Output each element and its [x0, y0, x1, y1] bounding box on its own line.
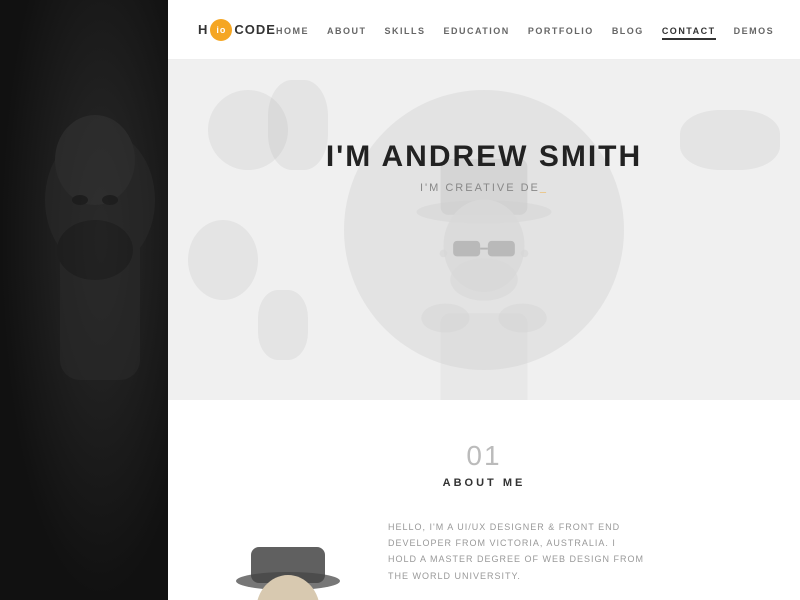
blob-2 — [268, 80, 328, 170]
hero-section: I'M ANDREW SMITH I'M CREATIVE DE_ — [168, 60, 800, 400]
hero-text: I'M ANDREW SMITH I'M CREATIVE DE_ — [326, 140, 642, 194]
hero-cursor: _ — [540, 182, 548, 194]
nav-item-blog[interactable]: BLOG — [612, 21, 644, 39]
navbar: H io CODE HOME ABOUT SKILLS EDUCATION PO… — [168, 0, 800, 60]
about-description: HELLO, I'M A UI/UX DESIGNER & FRONT END … — [388, 519, 648, 584]
logo-suffix: CODE — [234, 22, 276, 37]
hero-subtitle: I'M CREATIVE DE_ — [326, 182, 642, 194]
hero-title: I'M ANDREW SMITH — [326, 140, 642, 174]
left-dark-panel — [0, 0, 168, 600]
nav-links: HOME ABOUT SKILLS EDUCATION PORTFOLIO BL… — [276, 21, 774, 39]
nav-link-home[interactable]: HOME — [276, 26, 309, 36]
about-content: HELLO, I'M A UI/UX DESIGNER & FRONT END … — [218, 519, 750, 600]
face-svg — [0, 0, 168, 600]
logo-icon: io — [210, 19, 232, 41]
nav-link-demos[interactable]: DEMOS — [734, 26, 775, 36]
hero-subtitle-text: I'M CREATIVE DE — [420, 182, 540, 194]
nav-link-contact[interactable]: CONTACT — [662, 26, 716, 40]
nav-link-portfolio[interactable]: PORTFOLIO — [528, 26, 594, 36]
nav-item-skills[interactable]: SKILLS — [384, 21, 425, 39]
nav-item-contact[interactable]: CONTACT — [662, 21, 716, 39]
about-section: 01 ABOUT ME — [168, 400, 800, 600]
nav-link-about[interactable]: ABOUT — [327, 26, 367, 36]
blob-3 — [680, 110, 780, 170]
nav-link-skills[interactable]: SKILLS — [384, 26, 425, 36]
nav-item-home[interactable]: HOME — [276, 21, 309, 39]
nav-link-blog[interactable]: BLOG — [612, 26, 644, 36]
about-photo — [218, 519, 358, 600]
nav-item-about[interactable]: ABOUT — [327, 21, 367, 39]
main-content: H io CODE HOME ABOUT SKILLS EDUCATION PO… — [168, 0, 800, 600]
blob-5 — [258, 290, 308, 360]
nav-item-demos[interactable]: DEMOS — [734, 21, 775, 39]
nav-link-education[interactable]: EDUCATION — [443, 26, 509, 36]
about-right: HELLO, I'M A UI/UX DESIGNER & FRONT END … — [388, 519, 750, 600]
section-number: 01 — [218, 440, 750, 472]
blob-4 — [188, 220, 258, 300]
logo[interactable]: H io CODE — [198, 19, 276, 41]
about-photo-svg — [223, 529, 353, 600]
nav-item-education[interactable]: EDUCATION — [443, 21, 509, 39]
section-title: ABOUT ME — [218, 477, 750, 489]
logo-prefix: H — [198, 22, 208, 37]
nav-item-portfolio[interactable]: PORTFOLIO — [528, 21, 594, 39]
